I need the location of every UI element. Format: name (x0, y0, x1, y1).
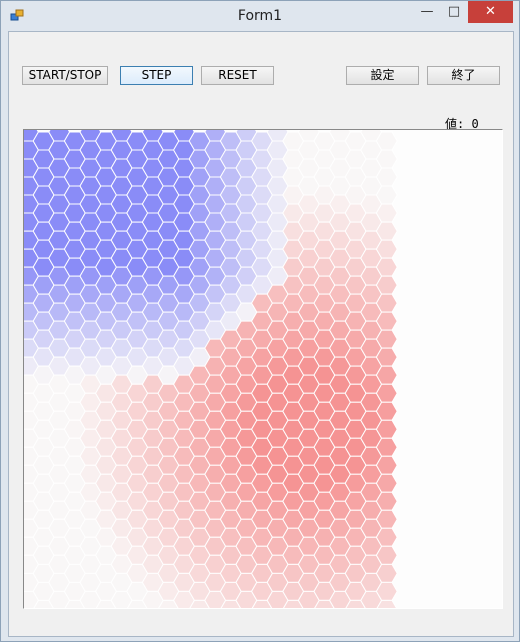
hex-cell[interactable] (375, 563, 398, 583)
hex-cell[interactable] (375, 293, 398, 313)
maximize-button[interactable]: □ (441, 1, 467, 23)
hex-cell[interactable] (375, 527, 398, 547)
hex-cell[interactable] (375, 329, 398, 349)
hex-cell[interactable] (375, 455, 398, 475)
hex-cell[interactable] (375, 221, 398, 241)
title-bar[interactable]: Form1 — □ ✕ (1, 1, 519, 31)
hex-cell[interactable] (375, 203, 398, 223)
hex-cell[interactable] (375, 311, 398, 331)
hex-cell[interactable] (375, 257, 398, 277)
settings-button[interactable]: 設定 (346, 66, 419, 85)
hex-grid-panel[interactable] (23, 129, 503, 609)
hex-cell[interactable] (375, 239, 398, 259)
hex-cell[interactable] (375, 365, 398, 385)
hex-cell[interactable] (375, 509, 398, 529)
form-client-area: START/STOP STEP RESET 設定 終了 値: 0 (8, 31, 514, 637)
exit-button[interactable]: 終了 (427, 66, 500, 85)
hex-cell[interactable] (375, 581, 398, 601)
hex-cell[interactable] (375, 473, 398, 493)
hex-cell[interactable] (375, 275, 398, 295)
hex-cell[interactable] (375, 383, 398, 403)
close-button[interactable]: ✕ (468, 1, 513, 23)
step-button[interactable]: STEP (120, 66, 193, 85)
hex-cell[interactable] (375, 149, 398, 169)
hex-cell[interactable] (375, 131, 398, 151)
hex-grid-canvas[interactable] (24, 130, 502, 608)
hex-cell[interactable] (375, 167, 398, 187)
hex-cell[interactable] (375, 437, 398, 457)
start-stop-button[interactable]: START/STOP (22, 66, 108, 85)
hex-cell[interactable] (375, 545, 398, 565)
reset-button[interactable]: RESET (201, 66, 274, 85)
hex-cell[interactable] (375, 401, 398, 421)
hex-cell[interactable] (375, 347, 398, 367)
minimize-button[interactable]: — (414, 1, 440, 23)
app-window: Form1 — □ ✕ START/STOP STEP RESET 設定 終了 … (0, 0, 520, 642)
hex-cell[interactable] (375, 419, 398, 439)
hex-cell[interactable] (375, 185, 398, 205)
hex-cell[interactable] (375, 491, 398, 511)
